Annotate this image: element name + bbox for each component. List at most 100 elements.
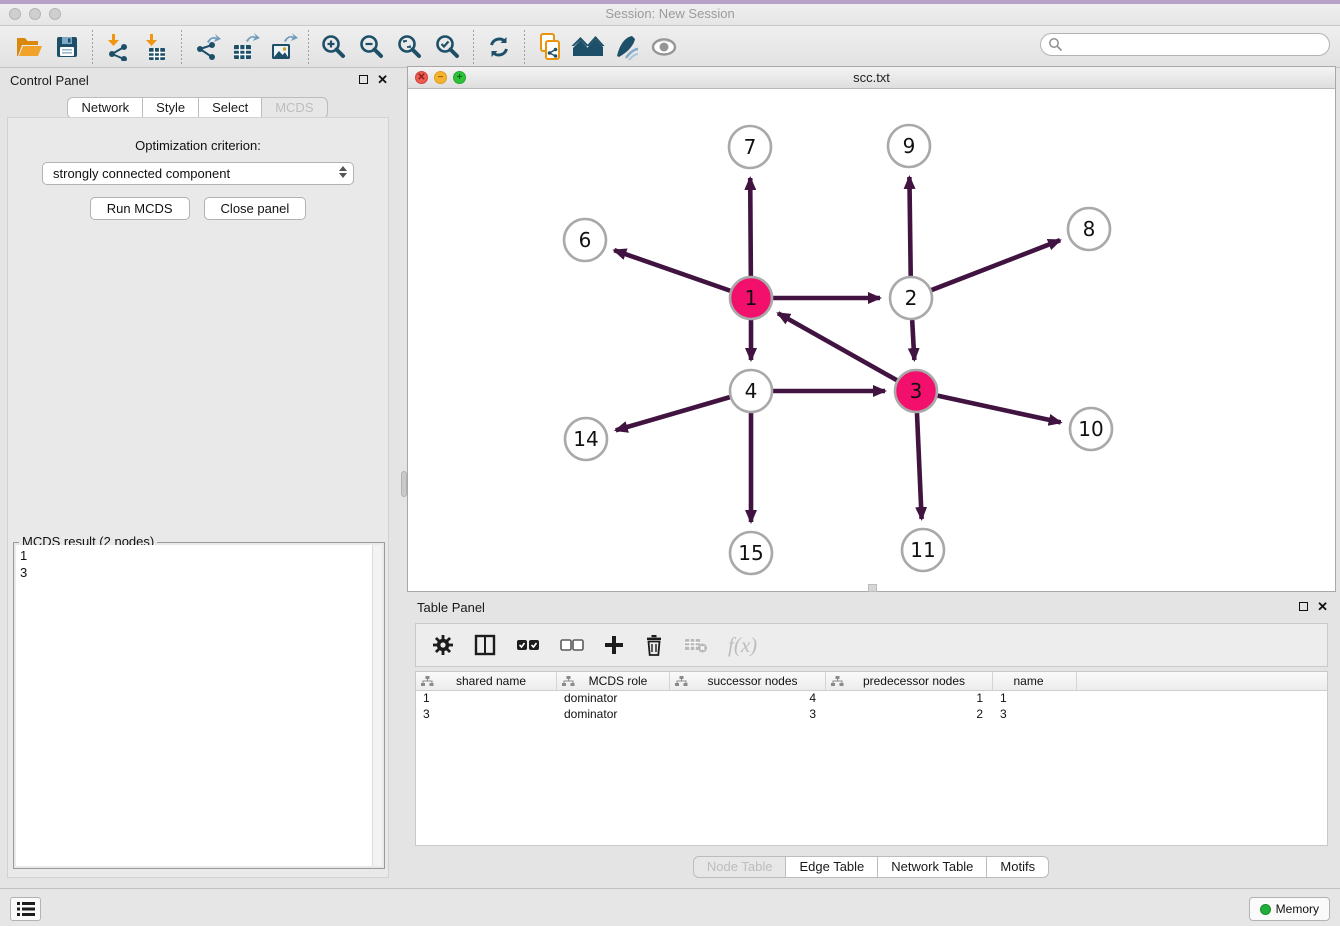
mcds-result-text[interactable]: 1 3 xyxy=(16,545,372,866)
toolbar-separator xyxy=(308,30,309,64)
eye-icon[interactable] xyxy=(645,30,683,64)
sort-icon[interactable] xyxy=(421,676,434,687)
search-input[interactable] xyxy=(1040,33,1330,56)
cell-name[interactable]: 1 xyxy=(993,691,1077,707)
graph-edge-3-1[interactable] xyxy=(778,313,897,380)
unselect-all-icon[interactable] xyxy=(560,638,584,652)
sort-icon[interactable] xyxy=(562,676,575,687)
result-scrollbar[interactable] xyxy=(372,545,382,866)
column-header-mcds-role[interactable]: MCDS role xyxy=(557,672,670,690)
graph-edge-2-8[interactable] xyxy=(932,240,1061,290)
refresh-icon[interactable] xyxy=(480,30,518,64)
column-header-shared-name[interactable]: shared name xyxy=(416,672,557,690)
cell-successor-nodes[interactable]: 4 xyxy=(670,691,826,707)
column-header-predecessor-nodes[interactable]: predecessor nodes xyxy=(826,672,993,690)
close-panel-icon[interactable]: ✕ xyxy=(377,74,388,85)
control-panel: Control Panel ✕ Network Style Select MCD… xyxy=(0,68,396,880)
sort-icon[interactable] xyxy=(831,676,844,687)
table-row[interactable]: 1 dominator 4 1 1 xyxy=(416,691,1327,707)
import-table-icon[interactable] xyxy=(137,30,175,64)
graph-edge-1-7[interactable] xyxy=(750,178,751,276)
network-view-window: ✕ − + scc.txt 7968124314101511 xyxy=(407,66,1336,592)
task-list-icon xyxy=(17,902,35,916)
zoom-out-icon[interactable] xyxy=(353,30,391,64)
import-network-icon[interactable] xyxy=(99,30,137,64)
criterion-select[interactable]: strongly connected component xyxy=(42,162,354,185)
cell-predecessor-nodes[interactable]: 2 xyxy=(826,707,993,723)
select-all-icon[interactable] xyxy=(516,638,540,652)
zoom-in-icon[interactable] xyxy=(315,30,353,64)
open-session-icon[interactable] xyxy=(10,30,48,64)
tab-motifs[interactable]: Motifs xyxy=(986,856,1049,878)
zoom-fit-icon[interactable] xyxy=(391,30,429,64)
close-panel-button[interactable]: Close panel xyxy=(204,197,307,220)
graph-edge-2-3[interactable] xyxy=(912,320,914,360)
mcds-result-group: MCDS result (2 nodes) 1 3 xyxy=(13,542,385,869)
graph-edge-4-14[interactable] xyxy=(616,397,730,430)
graph-node-label-2: 2 xyxy=(905,286,918,310)
graph-edge-2-9[interactable] xyxy=(909,177,910,276)
delete-column-icon[interactable] xyxy=(644,634,664,656)
control-panel-header: Control Panel ✕ xyxy=(0,68,396,94)
add-column-icon[interactable] xyxy=(604,635,624,655)
apply-style-icon[interactable] xyxy=(607,30,645,64)
column-view-icon[interactable] xyxy=(474,634,496,656)
cell-mcds-role[interactable]: dominator xyxy=(557,707,670,723)
graph-node-label-6: 6 xyxy=(579,228,592,252)
tab-network-table[interactable]: Network Table xyxy=(877,856,987,878)
zoom-selected-icon[interactable] xyxy=(429,30,467,64)
settings-gear-icon[interactable] xyxy=(432,634,454,656)
sort-icon[interactable] xyxy=(675,676,688,687)
window-title: Session: New Session xyxy=(0,6,1340,21)
divider-scrollbar[interactable] xyxy=(401,471,407,497)
memory-button[interactable]: Memory xyxy=(1249,897,1330,921)
tab-node-table[interactable]: Node Table xyxy=(693,856,787,878)
toolbar-separator xyxy=(473,30,474,64)
graph-edge-1-6[interactable] xyxy=(614,250,730,291)
export-image-icon[interactable] xyxy=(264,30,302,64)
network-window-title: scc.txt xyxy=(408,70,1335,85)
column-header-successor-nodes[interactable]: successor nodes xyxy=(670,672,826,690)
application-window: Session: New Session xyxy=(0,0,1340,926)
tab-style[interactable]: Style xyxy=(142,97,199,119)
graph-node-label-7: 7 xyxy=(744,135,757,159)
cell-predecessor-nodes[interactable]: 1 xyxy=(826,691,993,707)
cell-shared-name[interactable]: 1 xyxy=(416,691,557,707)
export-network-icon[interactable] xyxy=(188,30,226,64)
search-icon xyxy=(1048,37,1063,52)
network-canvas[interactable]: 7968124314101511 xyxy=(408,89,1335,591)
cell-name[interactable]: 3 xyxy=(993,707,1077,723)
save-session-icon[interactable] xyxy=(48,30,86,64)
graph-node-label-8: 8 xyxy=(1083,217,1096,241)
status-bar: Memory xyxy=(0,888,1340,926)
tab-mcds[interactable]: MCDS xyxy=(261,97,327,119)
cell-mcds-role[interactable]: dominator xyxy=(557,691,670,707)
task-history-button[interactable] xyxy=(10,897,41,921)
chevron-up-down-icon xyxy=(339,166,347,178)
tab-network[interactable]: Network xyxy=(67,97,143,119)
toolbar-separator xyxy=(524,30,525,64)
tab-edge-table[interactable]: Edge Table xyxy=(785,856,878,878)
cell-shared-name[interactable]: 3 xyxy=(416,707,557,723)
home-icon[interactable] xyxy=(569,30,607,64)
graph-edge-3-11[interactable] xyxy=(917,413,922,519)
tab-select[interactable]: Select xyxy=(198,97,262,119)
float-table-panel-icon[interactable] xyxy=(1299,602,1308,611)
export-table-icon[interactable] xyxy=(226,30,264,64)
graph-node-label-15: 15 xyxy=(738,541,763,565)
table-row[interactable]: 3 dominator 3 2 3 xyxy=(416,707,1327,723)
graph-node-label-14: 14 xyxy=(573,427,598,451)
graph-node-label-3: 3 xyxy=(910,379,923,403)
criterion-selected-value: strongly connected component xyxy=(53,166,230,181)
horizontal-scrollbar-thumb[interactable] xyxy=(868,584,877,592)
table-toolbar: f(x) xyxy=(415,623,1328,667)
network-graph[interactable]: 7968124314101511 xyxy=(408,89,1335,591)
clone-network-icon[interactable] xyxy=(531,30,569,64)
run-mcds-button[interactable]: Run MCDS xyxy=(90,197,190,220)
close-table-panel-icon[interactable]: ✕ xyxy=(1317,601,1328,612)
graph-edge-3-10[interactable] xyxy=(937,396,1060,423)
float-panel-icon[interactable] xyxy=(359,75,368,84)
cell-successor-nodes[interactable]: 3 xyxy=(670,707,826,723)
column-header-name[interactable]: name xyxy=(993,672,1077,690)
network-window-titlebar[interactable]: ✕ − + scc.txt xyxy=(408,67,1335,89)
